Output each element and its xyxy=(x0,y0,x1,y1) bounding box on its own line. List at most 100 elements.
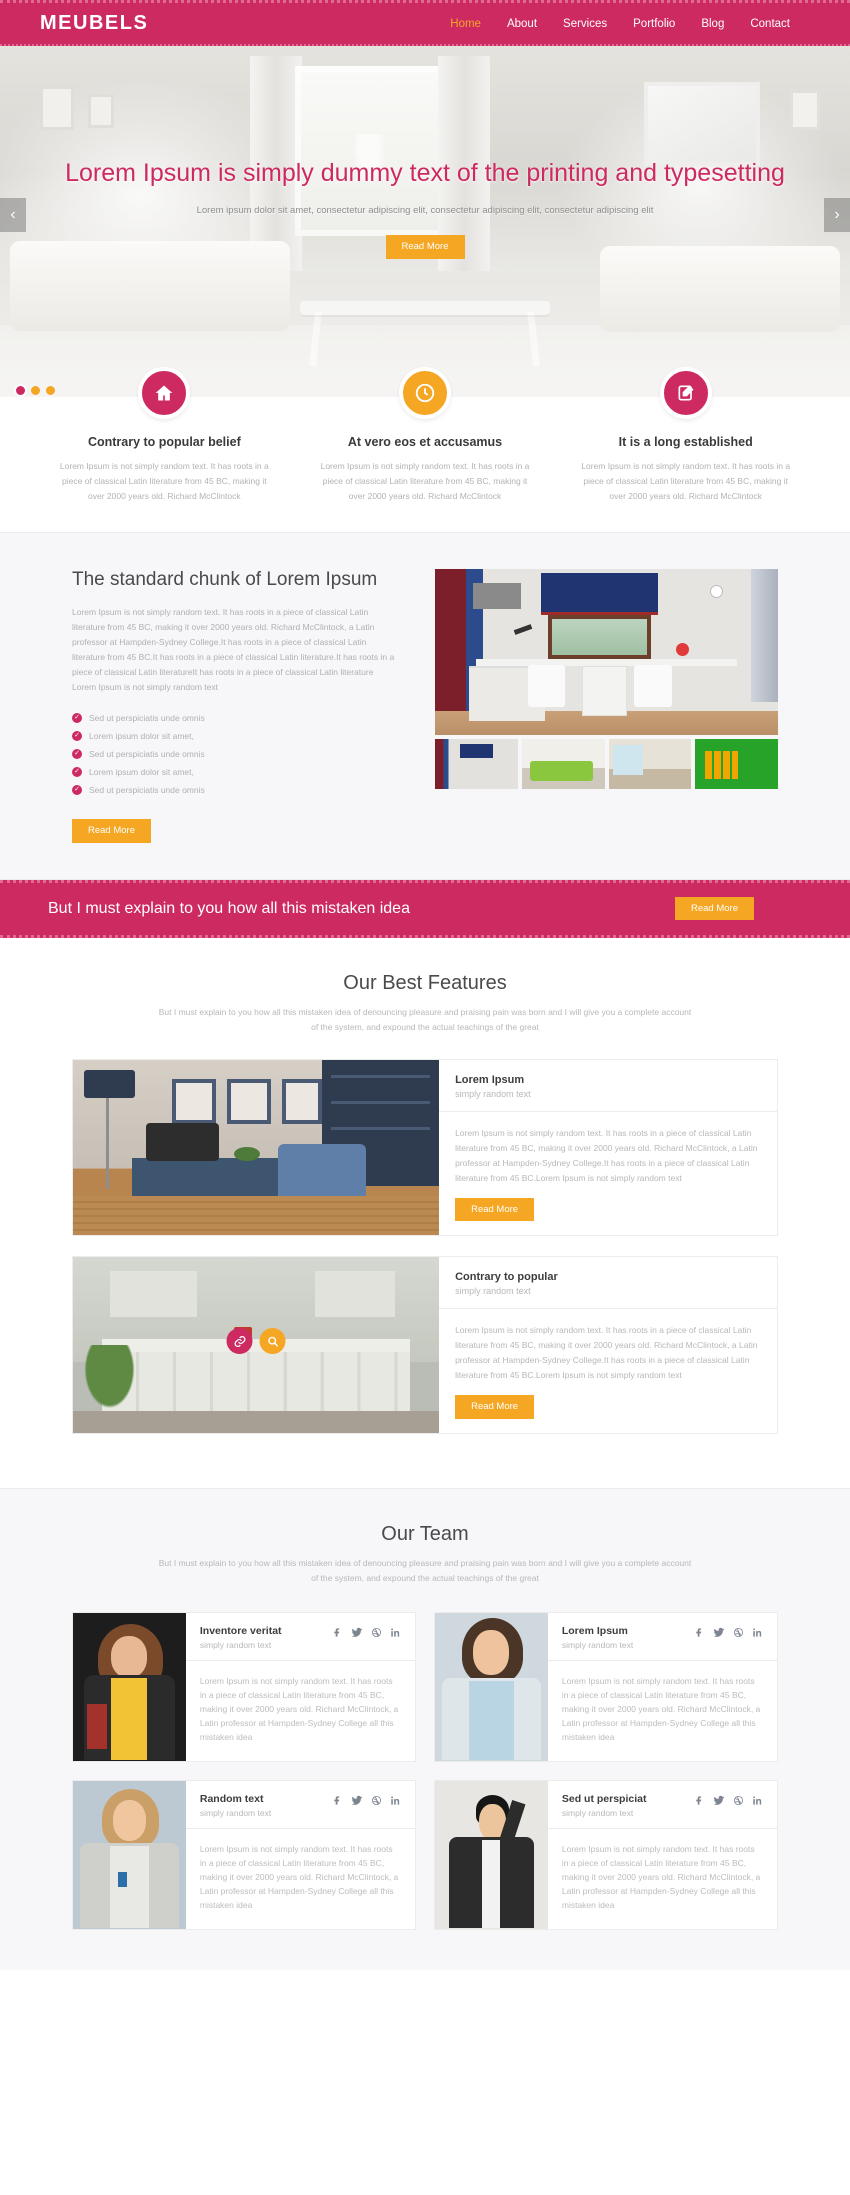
team-section: Our Team But I must explain to you how a… xyxy=(0,1487,850,1970)
gallery-thumb-3[interactable] xyxy=(608,739,692,789)
team-member-role: simply random text xyxy=(561,1807,634,1818)
clock-icon xyxy=(399,367,451,419)
team-member-bio: Lorem Ipsum is not simply random text. I… xyxy=(561,1843,761,1910)
avatar xyxy=(73,1612,186,1761)
about-section: The standard chunk of Lorem Ipsum Lorem … xyxy=(0,532,850,880)
feature-text: Lorem Ipsum is not simply random text. I… xyxy=(320,461,530,501)
about-text-column: The standard chunk of Lorem Ipsum Lorem … xyxy=(0,569,425,843)
team-member-bio: Lorem Ipsum is not simply random text. I… xyxy=(199,1675,399,1742)
facebook-icon[interactable] xyxy=(694,1795,705,1806)
feature-title: Contrary to popular belief xyxy=(87,435,241,449)
carousel-dot-2[interactable] xyxy=(31,386,40,395)
feature-card-subtitle: simply random text xyxy=(455,1088,531,1099)
nav-item-about[interactable]: About xyxy=(507,18,537,30)
cta-text: But I must explain to you how all this m… xyxy=(48,899,410,917)
gallery-thumb-2[interactable] xyxy=(521,739,605,789)
feature-read-more-button[interactable]: Read More xyxy=(455,1197,535,1221)
feature-read-more-button[interactable]: Read More xyxy=(455,1395,535,1419)
about-read-more-button[interactable]: Read More xyxy=(72,819,151,843)
cta-read-more-button[interactable]: Read More xyxy=(675,896,754,921)
carousel-dots xyxy=(16,386,55,395)
check-icon: ✓ xyxy=(72,767,82,777)
site-header: MEUBELS Home About Services Portfolio Bl… xyxy=(0,0,850,46)
search-icon[interactable] xyxy=(259,1328,286,1355)
feature-card-2: At vero eos et accusamus Lorem Ipsum is … xyxy=(295,367,556,504)
facebook-icon[interactable] xyxy=(332,1627,343,1638)
dribbble-icon[interactable] xyxy=(733,1795,744,1806)
feature-card-subtitle: simply random text xyxy=(455,1286,531,1296)
dribbble-icon[interactable] xyxy=(371,1627,382,1638)
list-item-label: Sed ut perspiciatis unde omnis xyxy=(89,713,205,723)
twitter-icon[interactable] xyxy=(713,1795,725,1807)
linkedin-icon[interactable] xyxy=(390,1627,401,1638)
team-member-card: Sed ut perspiciat simply random text Lor… xyxy=(434,1779,778,1930)
best-features-section: Our Best Features But I must explain to … xyxy=(0,937,850,1488)
best-features-title: Our Best Features xyxy=(343,971,507,994)
team-subtitle: But I must explain to you how all this m… xyxy=(158,1557,692,1583)
carousel-dot-1[interactable] xyxy=(16,386,25,395)
feature-image-kitchen[interactable] xyxy=(73,1257,440,1433)
nav-item-contact[interactable]: Contact xyxy=(750,18,790,30)
feature-card-title: Lorem Ipsum xyxy=(455,1073,525,1086)
feature-card-text: Lorem Ipsum is not simply random text. I… xyxy=(455,1325,758,1380)
feature-header-2: Contrary to popular simply random text xyxy=(439,1257,777,1309)
nav-item-services[interactable]: Services xyxy=(563,18,607,30)
team-member-role: simply random text xyxy=(199,1639,272,1650)
list-item: ✓ Lorem ipsum dolor sit amet, xyxy=(72,727,399,745)
twitter-icon[interactable] xyxy=(351,1627,363,1639)
feature-image-living-room[interactable] xyxy=(73,1059,440,1235)
feature-card-text: Lorem Ipsum is not simply random text. I… xyxy=(455,1127,758,1183)
list-item: ✓ Lorem ipsum dolor sit amet, xyxy=(72,763,399,781)
carousel-prev-icon[interactable]: ‹ xyxy=(0,198,26,232)
nav-item-home[interactable]: Home xyxy=(450,18,481,30)
hero-read-more-button[interactable]: Read More xyxy=(385,235,465,259)
linkedin-icon[interactable] xyxy=(752,1627,763,1638)
carousel-dot-3[interactable] xyxy=(46,386,55,395)
feature-card-1: Contrary to popular belief Lorem Ipsum i… xyxy=(34,367,295,504)
gallery-thumb-1[interactable] xyxy=(435,739,518,789)
gallery-thumb-4[interactable] xyxy=(695,739,778,789)
team-grid: Inventore veritat simply random text Lor… xyxy=(0,1586,850,1930)
social-links xyxy=(694,1625,763,1639)
social-links xyxy=(332,1793,401,1807)
avatar xyxy=(435,1780,548,1929)
feature-header-1: Lorem Ipsum simply random text xyxy=(439,1060,777,1112)
hero-subtitle: Lorem ipsum dolor sit amet, consectetur … xyxy=(196,205,654,216)
best-features-subtitle: But I must explain to you how all this m… xyxy=(158,1006,692,1032)
twitter-icon[interactable] xyxy=(351,1795,363,1807)
nav-item-portfolio[interactable]: Portfolio xyxy=(633,18,675,30)
link-icon[interactable] xyxy=(226,1328,253,1355)
dribbble-icon[interactable] xyxy=(733,1627,744,1638)
check-icon: ✓ xyxy=(72,785,82,795)
team-member-card: Random text simply random text Lorem Ips… xyxy=(72,1779,416,1930)
hero-slider: Lorem Ipsum is simply dummy text of the … xyxy=(0,46,850,405)
linkedin-icon[interactable] xyxy=(390,1795,401,1806)
avatar xyxy=(73,1780,186,1929)
list-item-label: Sed ut perspiciatis unde omnis xyxy=(89,749,205,759)
facebook-icon[interactable] xyxy=(694,1627,705,1638)
edit-icon xyxy=(659,367,712,419)
site-logo[interactable]: MEUBELS xyxy=(40,12,148,35)
facebook-icon[interactable] xyxy=(332,1795,343,1806)
gallery-main-image[interactable] xyxy=(435,569,778,735)
team-member-name: Lorem Ipsum xyxy=(561,1624,628,1637)
nav-item-blog[interactable]: Blog xyxy=(701,18,724,30)
feature-text: Lorem Ipsum is not simply random text. I… xyxy=(59,461,269,501)
feature-title: At vero eos et accusamus xyxy=(347,435,503,449)
team-member-name: Sed ut perspiciat xyxy=(561,1792,647,1805)
check-icon: ✓ xyxy=(72,749,82,759)
about-paragraph: Lorem Ipsum is not simply random text. I… xyxy=(72,607,395,692)
carousel-next-icon[interactable]: › xyxy=(824,198,850,232)
about-checklist: ✓ Sed ut perspiciatis unde omnis ✓ Lorem i… xyxy=(72,709,399,799)
linkedin-icon[interactable] xyxy=(752,1795,763,1806)
call-to-action-band: But I must explain to you how all this m… xyxy=(0,879,850,938)
feature-body-2: Contrary to popular simply random text L… xyxy=(439,1257,777,1433)
list-item: ✓ Sed ut perspiciatis unde omnis xyxy=(72,781,399,799)
twitter-icon[interactable] xyxy=(713,1627,725,1639)
hero-title: Lorem Ipsum is simply dummy text of the … xyxy=(65,159,785,187)
gallery-thumbnails xyxy=(435,739,778,789)
team-title: Our Team xyxy=(381,1522,469,1545)
team-member-bio: Lorem Ipsum is not simply random text. I… xyxy=(199,1843,399,1910)
dribbble-icon[interactable] xyxy=(371,1795,382,1806)
team-member-card: Inventore veritat simply random text Lor… xyxy=(72,1611,416,1762)
